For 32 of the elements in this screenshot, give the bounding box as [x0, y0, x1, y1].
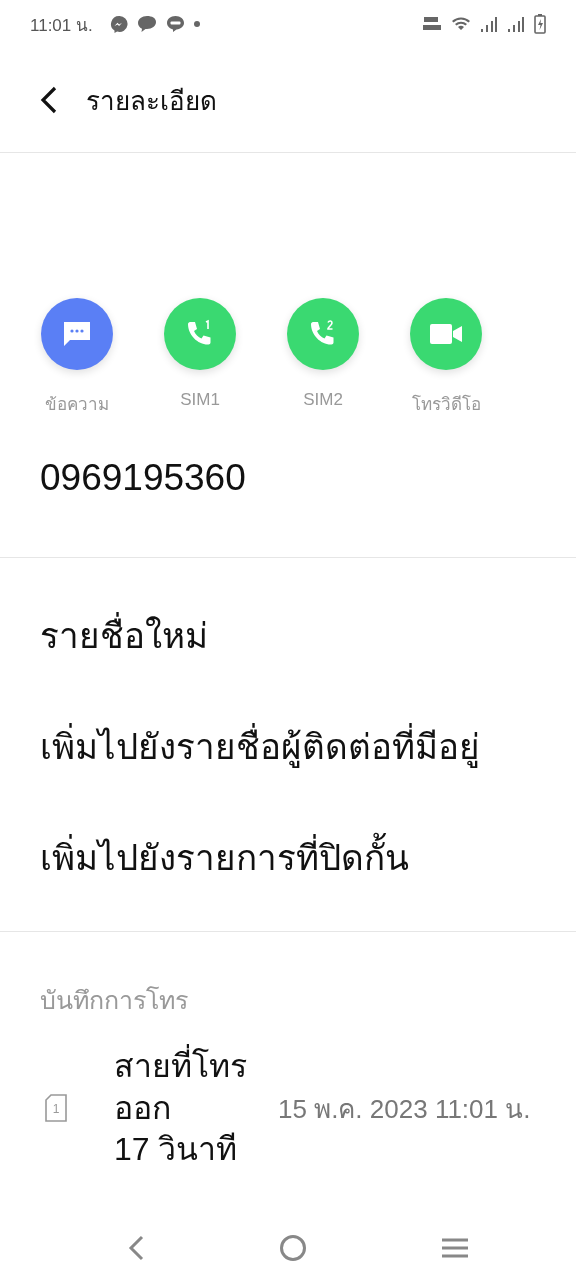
action-label: ข้อความ [45, 394, 109, 416]
dot-icon [193, 21, 200, 27]
call-type: สายที่โทรออก [114, 1046, 254, 1130]
action-label: โทรวิดีโอ [411, 393, 481, 416]
sim-card-icon: 1 [44, 1094, 68, 1123]
wifi-icon [451, 15, 471, 33]
battery-charging-icon [534, 14, 546, 34]
section-title: บันทึกการโทร [39, 985, 189, 1017]
menu-icon[interactable] [441, 1237, 469, 1259]
action-button[interactable] [287, 298, 359, 370]
signal-icon [480, 15, 498, 33]
messenger-icon [109, 15, 128, 33]
action-label: SIM1 [180, 390, 220, 410]
action-button[interactable] [164, 298, 236, 370]
call-time: 15 พ.ค. 2023 11:01 น. [278, 1092, 531, 1126]
call-duration: 17 วินาที [114, 1130, 239, 1170]
back-icon[interactable] [40, 86, 58, 114]
signal-icon [507, 15, 525, 33]
action-button[interactable] [41, 298, 113, 370]
video-camera-icon [429, 323, 463, 345]
message-icon [62, 321, 92, 347]
phone-number: 0969195360 [39, 456, 247, 500]
action-label: SIM2 [303, 390, 343, 410]
status-time: 11:01 น. [30, 14, 93, 37]
chat-app-icon [165, 15, 185, 33]
menu-item[interactable]: เพิ่มไปยังรายการที่ปิดกั้น [0, 802, 576, 913]
menu-item[interactable]: รายชื่อใหม่ [0, 580, 576, 691]
page-title: รายละเอียด [86, 84, 217, 118]
home-icon[interactable] [279, 1234, 307, 1262]
chat-bubble-icon [136, 15, 157, 33]
action-button[interactable] [410, 298, 482, 370]
menu-item[interactable]: เพิ่มไปยังรายชื่อผู้ติดต่อที่มีอยู่ [0, 691, 576, 802]
